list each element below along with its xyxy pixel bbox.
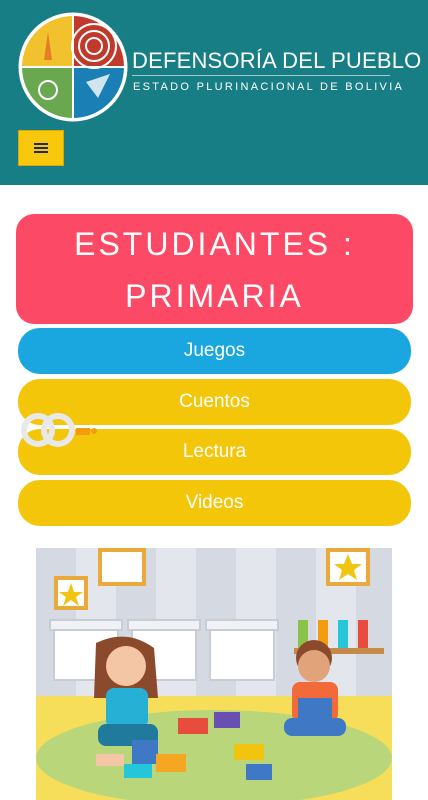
- page-title-line1: ESTUDIANTES :: [74, 226, 355, 262]
- menu-button[interactable]: [18, 130, 64, 166]
- site-header: DEFENSORÍA DEL PUEBLO ESTADO PLURINACION…: [0, 0, 428, 185]
- org-name: DEFENSORÍA DEL PUEBLO: [132, 48, 422, 73]
- hamburger-menu-icon: [34, 141, 48, 155]
- header-divider: [132, 75, 390, 76]
- page-title: ESTUDIANTES : PRIMARIA: [16, 214, 413, 324]
- org-subtitle: ESTADO PLURINACIONAL DE BOLIVIA: [133, 81, 405, 93]
- page-title-line2: PRIMARIA: [125, 278, 304, 314]
- children-playing-blocks-illustration: [36, 548, 392, 800]
- floating-rings-icon[interactable]: [20, 410, 100, 450]
- nav-button-videos[interactable]: Videos: [18, 480, 411, 526]
- defensoria-logo-icon[interactable]: [18, 12, 128, 122]
- nav-button-juegos[interactable]: Juegos: [18, 328, 411, 374]
